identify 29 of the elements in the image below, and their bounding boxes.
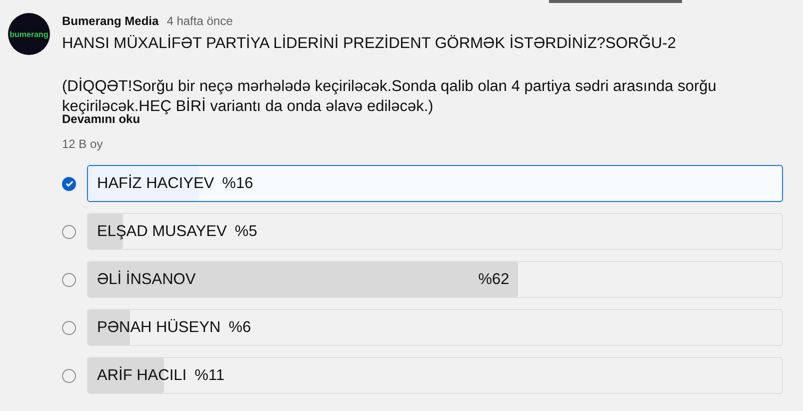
channel-avatar[interactable]: bumerang	[8, 13, 50, 55]
option-label: ARİF HACILI	[97, 366, 187, 384]
scroll-thumb[interactable]	[549, 0, 682, 3]
vote-count: 12 B oy	[62, 137, 104, 151]
radio-button[interactable]	[62, 224, 76, 238]
poll-option[interactable]: ARİF HACILI %11	[87, 357, 783, 394]
channel-name[interactable]: Bumerang Media	[62, 14, 159, 28]
option-percent: %11	[194, 366, 224, 384]
option-label: HAFİZ HACIYEV	[97, 174, 214, 192]
option-percent: %16	[222, 174, 254, 192]
poll-option[interactable]: ƏLİ İNSANOV %62	[87, 261, 783, 298]
poll-option[interactable]: ELŞAD MUSAYEV %5	[87, 213, 783, 250]
radio-button[interactable]	[62, 368, 76, 382]
post-title: HANSI MÜXALİFƏT PARTİYA LİDERİNİ PREZİDENT GÖRMƏK İSTƏRDİNİZ?SORĞU-2	[62, 35, 678, 53]
radio-button[interactable]	[62, 176, 76, 190]
post-body: (DİQQƏT!Sorğu bir neçə mərhələdə keçiriləcək.Sonda qalib olan 4 partiya sədri arasında sorğu keçiriləcək.HEÇ BİRİ variantı da onda əlavə ediləcək.)	[62, 77, 718, 115]
post-time: 4 hafta önce	[166, 14, 233, 28]
option-label: PƏNAH HÜSEYN	[97, 318, 221, 336]
radio-button[interactable]	[62, 272, 76, 286]
avatar-logo-text: bumerang	[10, 30, 48, 38]
option-percent: %5	[234, 222, 258, 240]
option-label: ELŞAD MUSAYEV	[97, 222, 227, 240]
poll-option[interactable]: PƏNAH HÜSEYN %6	[87, 309, 783, 346]
option-percent: %6	[228, 318, 252, 336]
radio-button[interactable]	[62, 320, 76, 334]
check-icon	[64, 179, 74, 188]
poll-option[interactable]: HAFİZ HACIYEV %16	[87, 165, 783, 202]
option-percent: %62	[478, 270, 510, 288]
option-label: ƏLİ İNSANOV	[97, 270, 196, 288]
